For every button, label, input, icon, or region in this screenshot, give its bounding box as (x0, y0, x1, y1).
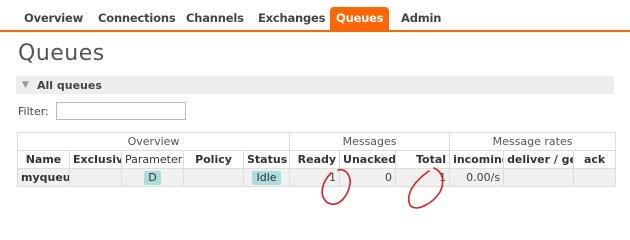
ack-rate-cell (573, 168, 617, 187)
col-policy[interactable]: Policy (183, 150, 244, 169)
section-label: All queues (37, 79, 102, 92)
col-ready[interactable]: Ready (289, 150, 341, 169)
table-column-header-row: Name Exclusive Parameters Policy Status … (17, 150, 617, 169)
col-ack[interactable]: ack (573, 150, 617, 169)
exclusive-cell (69, 168, 122, 187)
deliver-get-rate-cell (503, 168, 575, 187)
queue-name-link[interactable]: myqueue (21, 171, 69, 184)
tab-channels[interactable]: Channels (186, 11, 244, 25)
group-message-rates: Message rates (449, 132, 617, 151)
tab-queues[interactable]: Queues (330, 7, 390, 30)
group-messages: Messages (289, 132, 451, 151)
filter-input[interactable] (56, 102, 186, 120)
tab-exchanges[interactable]: Exchanges (258, 11, 326, 25)
triangle-down-icon: ▼ (22, 80, 29, 90)
queue-name-cell[interactable]: myqueue (17, 168, 70, 187)
total-cell: 1 (395, 168, 451, 187)
tab-admin[interactable]: Admin (401, 11, 441, 25)
col-status[interactable]: Status (242, 150, 291, 169)
status-cell: Idle (242, 168, 291, 187)
page-title: Queues (18, 41, 105, 66)
col-incoming[interactable]: incoming (449, 150, 505, 169)
table-row: myqueue D Idle 1 0 1 0.00/s (17, 168, 617, 187)
table-group-header-row: Overview Messages Message rates (16, 132, 617, 151)
col-name[interactable]: Name (17, 150, 70, 169)
durable-badge: D (144, 170, 161, 185)
parameters-cell: D (121, 168, 184, 187)
group-overview: Overview (16, 132, 291, 151)
queues-table: Overview Messages Message rates Name Exc… (16, 132, 617, 187)
col-parameters: Parameters (121, 150, 184, 169)
policy-cell (183, 168, 244, 187)
ready-cell: 1 (289, 168, 341, 187)
tab-overview[interactable]: Overview (24, 11, 83, 25)
unacked-cell: 0 (339, 168, 397, 187)
col-total[interactable]: Total (395, 150, 451, 169)
col-exclusive[interactable]: Exclusive (69, 150, 122, 169)
incoming-rate-cell: 0.00/s (449, 168, 505, 187)
status-badge: Idle (252, 170, 281, 185)
tab-connections[interactable]: Connections (98, 11, 176, 25)
col-deliver-get[interactable]: deliver / get (503, 150, 575, 169)
col-unacked[interactable]: Unacked (339, 150, 397, 169)
top-nav: Overview Connections Channels Exchanges … (0, 0, 630, 32)
filter-label: Filter: (18, 105, 49, 118)
all-queues-section-header[interactable]: ▼ All queues (16, 76, 614, 94)
